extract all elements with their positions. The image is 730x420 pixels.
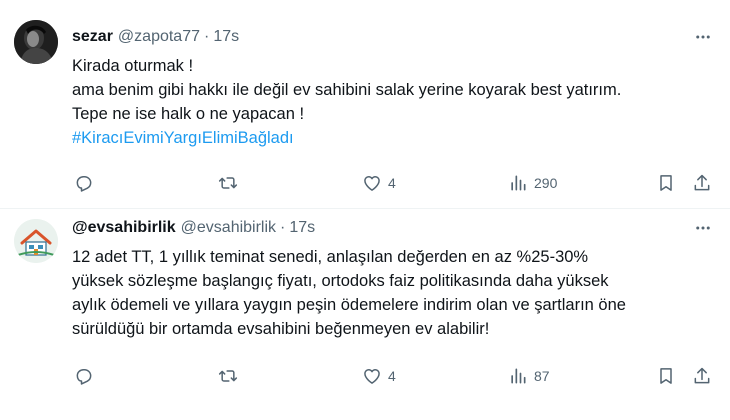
bookmark-icon xyxy=(656,366,676,386)
share-button[interactable] xyxy=(692,172,712,194)
tweet-text-line: Tepe ne ise halk o ne yapacan ! xyxy=(72,105,305,123)
display-name[interactable]: @evsahibirlik xyxy=(72,219,176,237)
share-icon xyxy=(692,366,712,386)
share-icon xyxy=(692,173,712,193)
reply-button[interactable] xyxy=(74,172,100,194)
display-name[interactable]: sezar xyxy=(72,28,113,46)
user-handle[interactable]: @evsahibirlik xyxy=(181,219,276,237)
views-icon xyxy=(508,366,528,386)
like-icon xyxy=(362,366,382,386)
like-button[interactable]: 4 xyxy=(362,172,396,194)
like-count: 4 xyxy=(388,368,396,384)
tweet[interactable]: sezar @zapota77 · 17s Kirada oturmak ! a… xyxy=(0,0,730,208)
retweet-icon xyxy=(218,366,238,386)
tweet-actions: 4 290 xyxy=(72,172,716,194)
separator-dot: · xyxy=(204,28,210,45)
tweet-text: Kirada oturmak ! ama benim gibi hakkı il… xyxy=(72,54,712,150)
tweet-text-line: yüksek sözleşme başlangıç fiyatı, ortodo… xyxy=(72,272,609,290)
views-button[interactable]: 290 xyxy=(508,172,557,194)
views-button[interactable]: 87 xyxy=(508,365,550,387)
views-icon xyxy=(508,173,528,193)
tweet-text-line: aylık ödemeli ve yıllara yaygın peşin öd… xyxy=(72,296,626,314)
tweet-text-line: ama benim gibi hakkı ile değil ev sahibi… xyxy=(72,81,622,99)
tweet-header: @evsahibirlik @evsahibirlik · 17s xyxy=(72,217,315,239)
tweet-text-line: sürüldüğü bir ortamda evsahibini beğenme… xyxy=(72,320,490,338)
tweet-actions: 4 87 xyxy=(72,365,716,387)
bookmark-icon xyxy=(656,173,676,193)
tweet-header: sezar @zapota77 · 17s xyxy=(72,26,239,48)
tweet-text: 12 adet TT, 1 yıllık teminat senedi, anl… xyxy=(72,245,712,341)
user-handle[interactable]: @zapota77 xyxy=(118,28,200,46)
views-count: 87 xyxy=(534,368,550,384)
reply-icon xyxy=(74,173,94,193)
retweet-button[interactable] xyxy=(218,172,244,194)
share-button[interactable] xyxy=(692,365,712,387)
hashtag-link[interactable]: #KiracıEvimiYargıElimiBağladı xyxy=(72,126,712,150)
retweet-icon xyxy=(218,173,238,193)
separator-dot: · xyxy=(280,219,286,236)
bookmark-button[interactable] xyxy=(656,172,676,194)
more-horizontal-icon[interactable] xyxy=(692,26,714,48)
like-count: 4 xyxy=(388,175,396,191)
more-horizontal-icon[interactable] xyxy=(692,217,714,239)
reply-icon xyxy=(74,366,94,386)
retweet-button[interactable] xyxy=(218,365,244,387)
timestamp[interactable]: 17s xyxy=(289,219,315,237)
avatar[interactable] xyxy=(14,219,58,263)
tweet[interactable]: @evsahibirlik @evsahibirlik · 17s 12 ade… xyxy=(0,208,730,420)
bookmark-button[interactable] xyxy=(656,365,676,387)
like-button[interactable]: 4 xyxy=(362,365,396,387)
tweet-text-line: Kirada oturmak ! xyxy=(72,57,194,75)
like-icon xyxy=(362,173,382,193)
avatar[interactable] xyxy=(14,20,58,64)
timestamp[interactable]: 17s xyxy=(213,28,239,46)
views-count: 290 xyxy=(534,175,558,191)
tweet-text-line: 12 adet TT, 1 yıllık teminat senedi, anl… xyxy=(72,248,589,266)
reply-button[interactable] xyxy=(74,365,100,387)
